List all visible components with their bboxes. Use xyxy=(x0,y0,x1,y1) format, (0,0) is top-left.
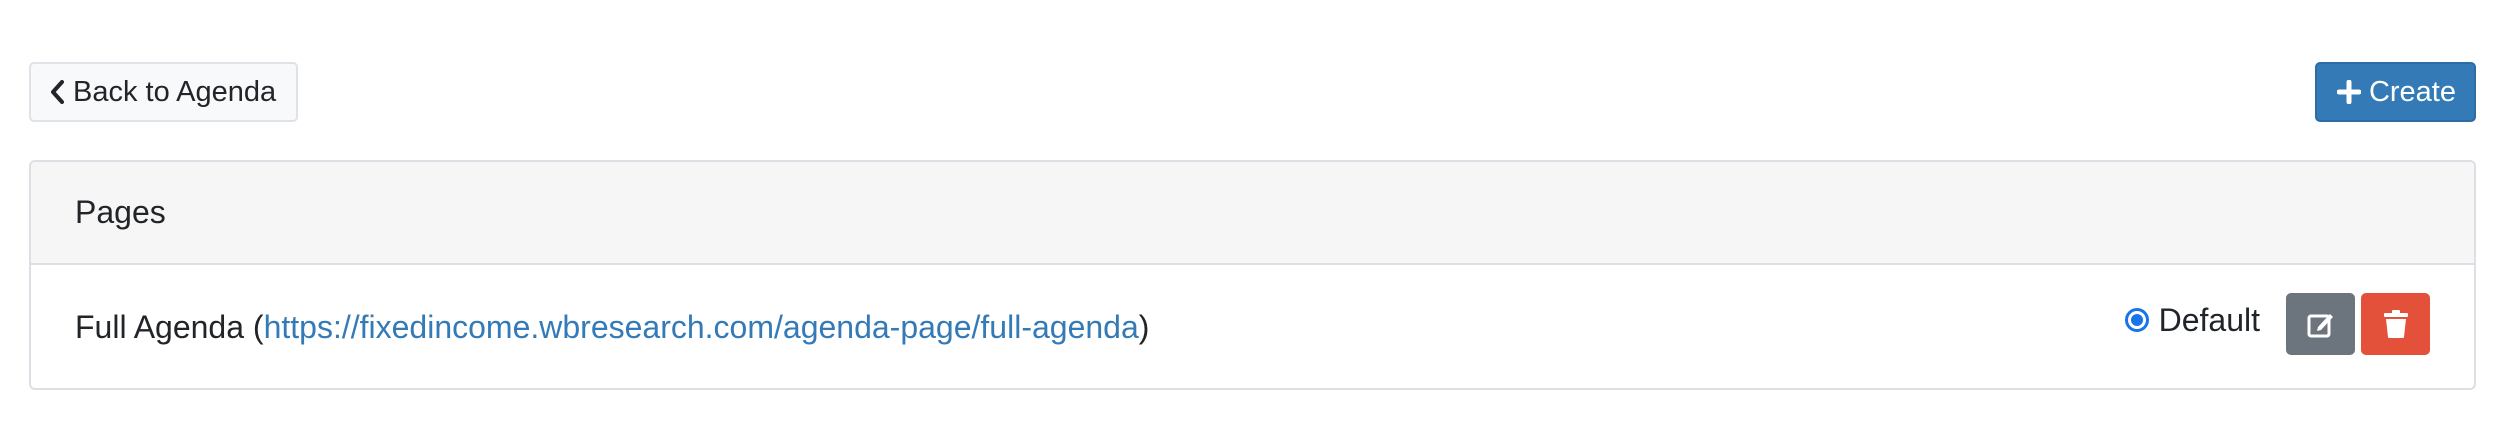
radio-dot xyxy=(2130,314,2143,326)
chevron-left-icon xyxy=(51,80,64,104)
edit-icon xyxy=(2307,314,2333,338)
default-label: Default xyxy=(2158,301,2260,338)
pages-card: Pages Full Agenda (https://fixedincome.w… xyxy=(29,160,2476,390)
page-name: Full Agenda xyxy=(75,309,245,345)
trash-icon xyxy=(2383,310,2408,338)
default-radio[interactable] xyxy=(2124,308,2149,332)
page: Back to Agenda Create Pages Full Agenda … xyxy=(0,0,2502,426)
card-title: Pages xyxy=(75,194,166,230)
card-header: Pages xyxy=(31,162,2474,265)
page-url-link[interactable]: https://fixedincome.wbresearch.com/agend… xyxy=(264,309,1139,346)
delete-button[interactable] xyxy=(2361,293,2430,355)
page-row: Full Agenda (https://fixedincome.wbresea… xyxy=(31,265,2474,388)
edit-button[interactable] xyxy=(2286,293,2355,355)
open-paren: ( xyxy=(244,309,264,345)
row-actions: Default xyxy=(2124,293,2430,355)
back-to-agenda-label: Back to Agenda xyxy=(73,75,277,108)
create-label: Create xyxy=(2368,75,2456,108)
toolbar: Back to Agenda Create xyxy=(29,62,2476,122)
create-button[interactable]: Create xyxy=(2314,62,2476,122)
plus-icon xyxy=(2336,80,2361,104)
close-paren: ) xyxy=(1138,309,1150,345)
back-to-agenda-button[interactable]: Back to Agenda xyxy=(29,62,299,122)
